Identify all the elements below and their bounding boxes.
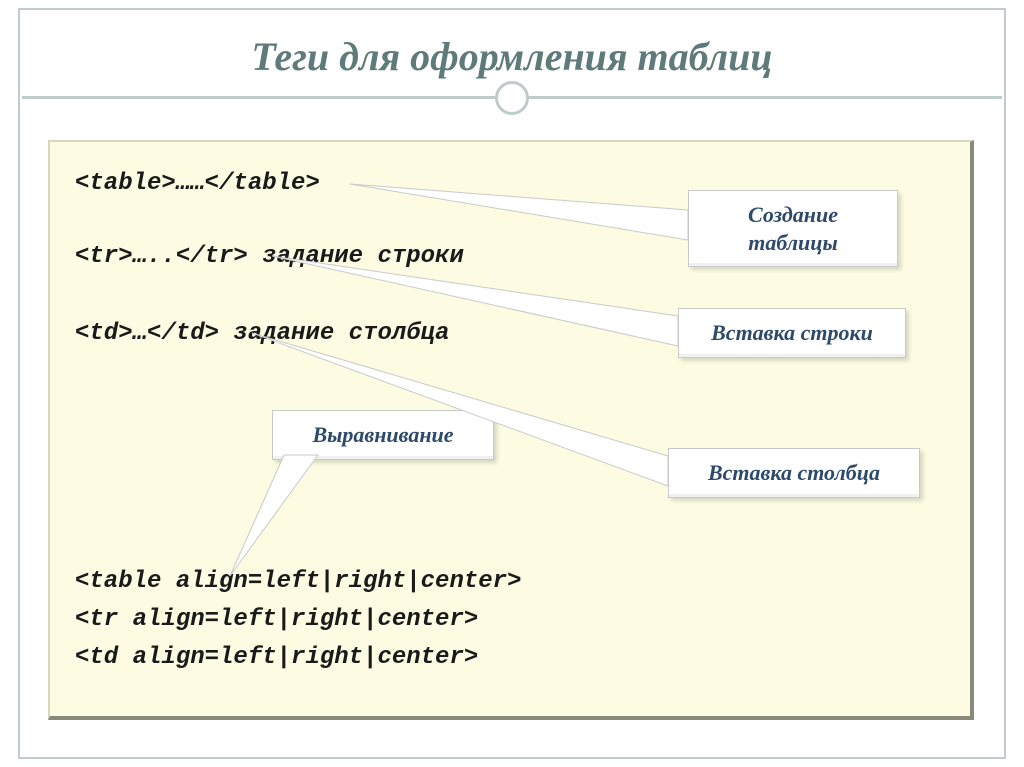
code-line-tr: <tr>…..</tr> задание строки [75, 243, 464, 270]
callout-alignment: Выравнивание [272, 410, 494, 460]
callout-insert-column: Вставка столбца [668, 448, 920, 498]
callout-create-table: Создание таблицы [688, 190, 898, 267]
code-line-tr-align: <tr align=left|right|center> [75, 606, 478, 633]
code-line-td-align: <td align=left|right|center> [75, 644, 478, 671]
title-circle-decoration [495, 81, 529, 115]
code-line-table: <table>……</table> [75, 170, 320, 197]
callout-insert-row: Вставка строки [678, 308, 906, 358]
code-line-td: <td>…</td> задание столбца [75, 320, 449, 347]
code-line-table-align: <table align=left|right|center> [75, 568, 521, 595]
slide-title: Теги для оформления таблиц [60, 33, 964, 80]
